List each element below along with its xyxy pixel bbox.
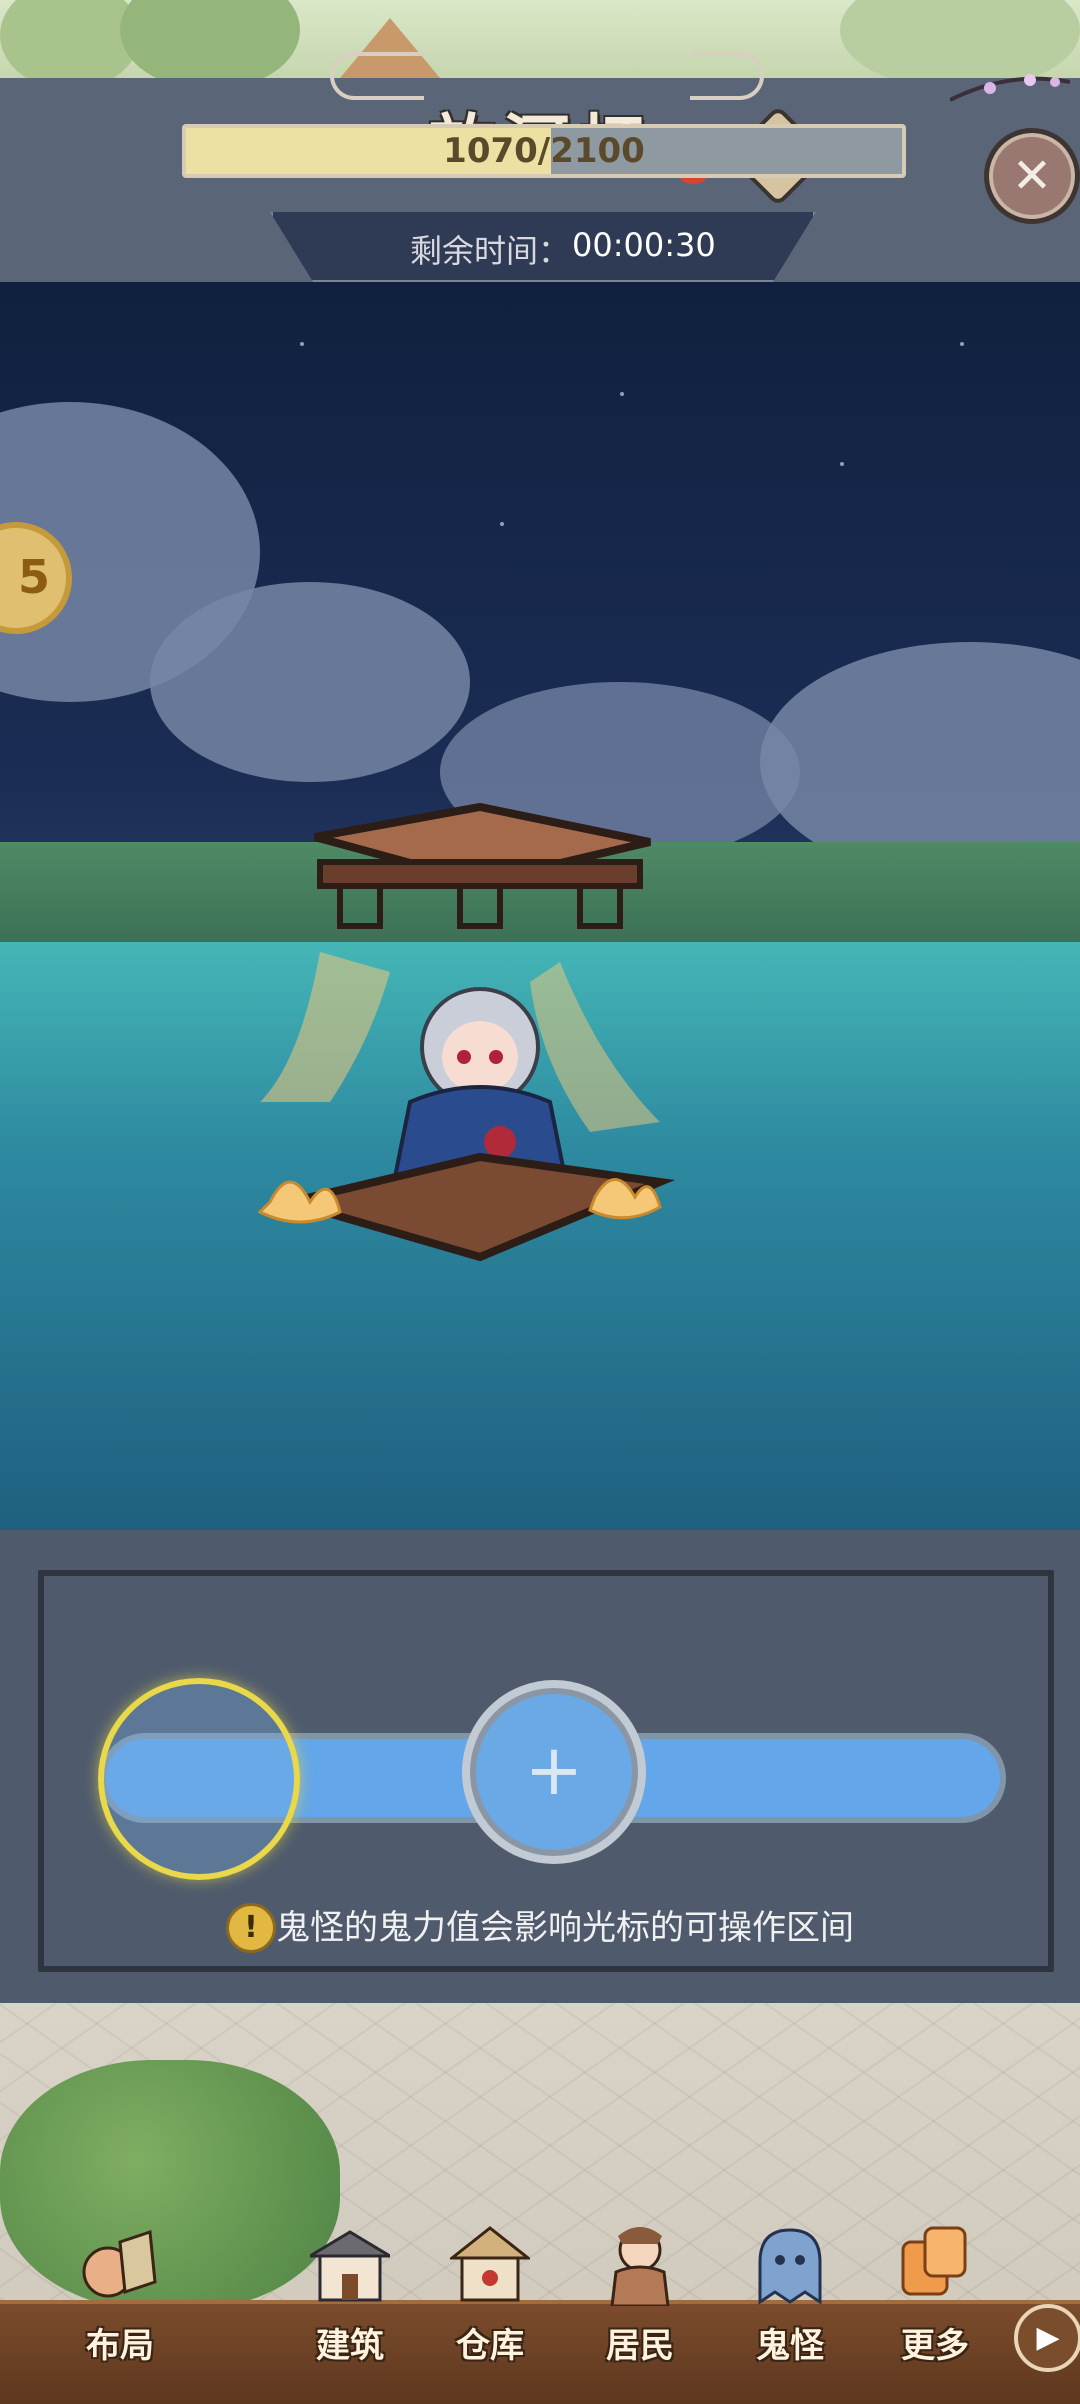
more-icon [901,2226,967,2296]
nav-label-building: 建筑 [316,2326,384,2366]
timer-value: 00:00:30 [572,226,716,264]
nav-label-more: 更多 [901,2326,969,2366]
nav-label-layout: 布局 [86,2326,154,2366]
nav-label-resident: 居民 [606,2326,674,2366]
night-river-scene: 5 [0,282,1080,1530]
hint-text: 鬼怪的鬼力值会影响光标的可操作区间 [276,1908,854,1948]
warning-icon: ! [226,1903,276,1953]
building-icon [310,2230,390,2302]
ghost-icon [758,2228,822,2305]
nav-building-button[interactable]: 建筑 [270,2230,430,2398]
close-button[interactable]: ✕ [984,128,1080,224]
play-arrow-icon: ▶ [1036,2320,1060,2355]
progress-bar: 1070/2100 [182,124,906,178]
close-icon: ✕ [1011,148,1053,204]
slider-cursor[interactable]: + [462,1680,646,1864]
target-zone [98,1678,300,1880]
nav-expand-button[interactable]: ▶ [1014,2304,1080,2372]
nav-more-button[interactable]: 更多 [855,2226,1015,2398]
top-village-background [0,0,1080,80]
nav-label-ghost: 鬼怪 [756,2326,824,2366]
nav-layout-button[interactable]: 布局 [40,2229,200,2398]
resident-icon [610,2227,670,2306]
lantern-raft-character [257,802,676,1262]
timer-label: 剩余时间： [409,232,570,270]
nav-warehouse-button[interactable]: 仓库 [410,2226,570,2398]
layout-icon [82,2229,157,2298]
nav-resident-button[interactable]: 居民 [560,2227,720,2398]
nav-ghost-button[interactable]: 鬼怪 [710,2228,870,2398]
nav-label-warehouse: 仓库 [456,2326,524,2366]
warehouse-icon [450,2226,530,2302]
progress-text: 1070/2100 [443,131,645,171]
plus-icon: + [524,1729,584,1811]
village-tree [0,2060,340,2310]
warning-glyph: ! [244,1910,258,1945]
blossom-branch-decoration [950,74,1070,102]
